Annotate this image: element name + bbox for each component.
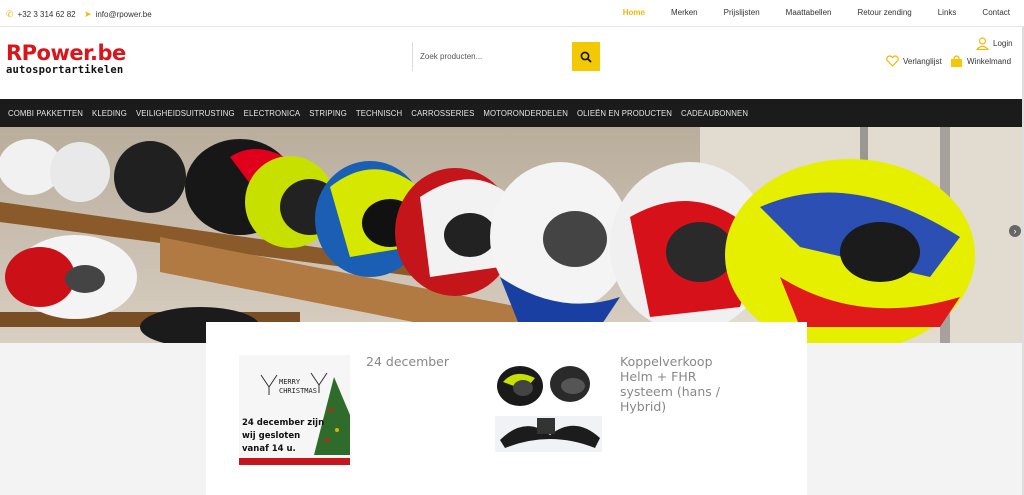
- phone-contact[interactable]: ✆ +32 3 314 62 82: [6, 9, 76, 20]
- shopping-bag-icon: [951, 55, 962, 67]
- cart-link[interactable]: Winkelmand: [950, 55, 1011, 67]
- category-striping[interactable]: STRIPING: [309, 109, 347, 118]
- chevron-right-icon: ›: [1013, 226, 1017, 236]
- nav-prijslijsten[interactable]: Prijslijsten: [724, 8, 760, 17]
- helmet-and-fhr-photo: [495, 366, 602, 452]
- send-icon: ➤: [84, 9, 92, 19]
- email-contact[interactable]: ➤ info@rpower.be: [84, 9, 152, 20]
- nav-retour-zending[interactable]: Retour zending: [857, 8, 911, 17]
- slider-next-button[interactable]: ›: [1009, 225, 1021, 237]
- category-motoronderdelen[interactable]: MOTORONDERDELEN: [483, 109, 568, 118]
- christmas-text-merry: MERRY: [279, 378, 301, 386]
- user-icon: [976, 37, 989, 50]
- post-title-24-december[interactable]: 24 december: [366, 354, 449, 369]
- christmas-text-line4: wij gesloten: [242, 431, 301, 441]
- christmas-text-line3: 24 december zijn: [242, 418, 325, 428]
- logo[interactable]: RPower.be autosportartikelen: [6, 42, 126, 76]
- post-title-line-3: systeem (hans /: [620, 384, 720, 399]
- cart-label: Winkelmand: [967, 56, 1012, 66]
- category-carrosseries[interactable]: CARROSSERIES: [411, 109, 474, 118]
- nav-contact[interactable]: Contact: [982, 8, 1010, 17]
- search-bar: [412, 42, 600, 71]
- hero-banner[interactable]: [0, 127, 1022, 343]
- login-label: Login: [993, 39, 1013, 48]
- top-nav: Home Merken Prijslijsten Maattabellen Re…: [597, 8, 1010, 17]
- post-image-christmas[interactable]: MERRY CHRISTMAS 24 december zijn wij ges…: [239, 355, 350, 465]
- nav-maattabellen[interactable]: Maattabellen: [786, 8, 832, 17]
- search-button[interactable]: [572, 42, 600, 71]
- nav-home[interactable]: Home: [623, 8, 645, 17]
- post-title-koppelverkoop[interactable]: Koppelverkoop Helm + FHR systeem (hans /…: [620, 354, 720, 414]
- post-title-line-4: Hybrid): [620, 399, 667, 414]
- category-nav: COMBI PAKKETTEN KLEDING VEILIGHEIDSUITRU…: [0, 99, 1024, 127]
- post-image-helmets[interactable]: [495, 360, 602, 452]
- category-technisch[interactable]: TECHNISCH: [356, 109, 402, 118]
- christmas-text-christmas: CHRISTMAS: [279, 387, 317, 395]
- search-input[interactable]: [412, 42, 572, 71]
- wishlist-link[interactable]: Verlanglijst: [886, 55, 942, 67]
- category-kleding[interactable]: KLEDING: [92, 109, 127, 118]
- category-olieen-en-producten[interactable]: OLIEËN EN PRODUCTEN: [577, 109, 672, 118]
- helmets-photo: [0, 127, 1022, 343]
- post-title-line-1: Koppelverkoop: [620, 354, 713, 369]
- wishlist-label: Verlanglijst: [903, 56, 942, 66]
- nav-merken[interactable]: Merken: [671, 8, 698, 17]
- category-cadeaubonnen[interactable]: CADEAUBONNEN: [681, 109, 748, 118]
- search-icon: [580, 51, 592, 63]
- phone-icon: ✆: [6, 9, 14, 19]
- category-combi-pakketten[interactable]: COMBI PAKKETTEN: [8, 109, 83, 118]
- news-card: MERRY CHRISTMAS 24 december zijn wij ges…: [206, 322, 807, 495]
- header: RPower.be autosportartikelen Login Verla…: [0, 27, 1024, 99]
- christmas-text-line5: vanaf 14 u.: [242, 444, 296, 454]
- email-address: info@rpower.be: [95, 10, 152, 19]
- phone-number: +32 3 314 62 82: [17, 10, 76, 19]
- top-bar: ✆ +32 3 314 62 82 ➤ info@rpower.be Home …: [0, 0, 1024, 27]
- logo-subtitle: autosportartikelen: [6, 64, 124, 76]
- post-title-line-2: Helm + FHR: [620, 369, 697, 384]
- heart-icon: [886, 55, 899, 67]
- nav-links[interactable]: Links: [938, 8, 957, 17]
- login-link[interactable]: Login: [976, 37, 1013, 50]
- logo-title: RPower.be: [6, 41, 126, 65]
- category-veiligheidsuitrusting[interactable]: VEILIGHEIDSUITRUSTING: [136, 109, 235, 118]
- category-electronica[interactable]: ELECTRONICA: [244, 109, 301, 118]
